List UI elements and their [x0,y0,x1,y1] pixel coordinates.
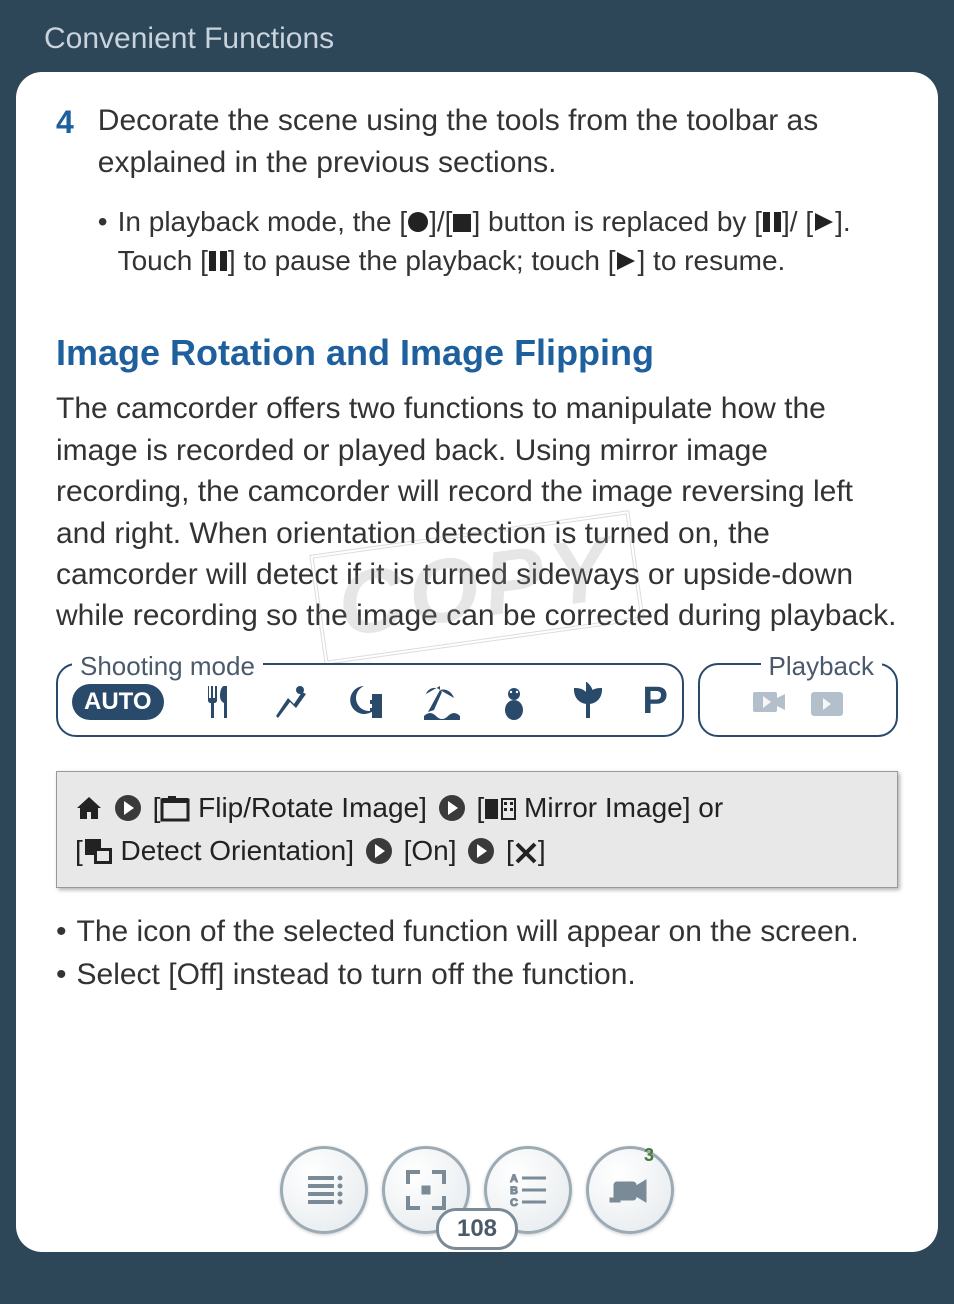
svg-text:A: A [510,1173,518,1185]
bracket-open: [ [506,835,514,866]
camera-button[interactable]: 3 [586,1146,674,1234]
flip-rotate-label: Flip/Rotate Image] [190,792,434,823]
arrow-icon [115,795,141,821]
play-icon [813,211,835,233]
program-mode-icon: P [643,680,668,723]
page-number: 108 [436,1208,518,1250]
index-icon: ABC [504,1166,552,1214]
play-icon [615,250,637,272]
bracket-open: [ [476,792,484,823]
step-4: 4 Decorate the scene using the tools fro… [56,100,898,280]
notes-list: •The icon of the selected function will … [56,910,898,997]
bullet-dot: • [56,910,67,954]
bullet-dot: • [56,953,67,997]
bracket-close: ] [538,835,546,866]
step-body: Decorate the scene using the tools from … [98,100,898,280]
bullet-dot: • [98,202,108,280]
mode-row: Shooting mode AUTO P Playback [56,663,898,737]
mirror-image-label: Mirror Image] or [516,792,723,823]
section-paragraph: The camcorder offers two functions to ma… [56,388,898,636]
header-title: Convenient Functions [44,22,334,55]
shooting-mode-box: Shooting mode AUTO P [56,663,684,737]
beach-mode-icon [420,682,460,722]
on-label: [On] [396,835,464,866]
mirror-image-icon [484,796,516,822]
toc-icon [300,1166,348,1214]
footer-nav: ABC 3 108 [280,1146,674,1244]
home-icon [75,794,103,822]
arrow-icon [439,795,465,821]
svg-text:B: B [510,1185,518,1197]
snow-mode-icon [494,682,534,722]
expand-icon [402,1166,450,1214]
flip-rotate-icon [160,796,190,822]
toc-button[interactable] [280,1146,368,1234]
close-x-icon [514,841,538,865]
step-number: 4 [56,100,74,280]
page-header: Convenient Functions [0,0,954,72]
bullet-text: In playback mode, the []/[] button is re… [118,202,898,280]
shooting-mode-label: Shooting mode [72,651,263,682]
note-1: •The icon of the selected function will … [56,910,898,954]
step-sub-bullet: • In playback mode, the []/[] button is … [98,202,898,280]
playback-mode-icons [714,673,882,725]
procedure-box: [ Flip/Rotate Image] [ Mirror Image] or … [56,771,898,888]
auto-mode-icon: AUTO [72,684,164,720]
video-playback-icon [749,682,789,722]
page-body: COPY 4 Decorate the scene using the tool… [16,72,938,1252]
bracket-open: [ [153,792,161,823]
svg-text:C: C [510,1197,518,1209]
photo-playback-icon [807,682,847,722]
pause-icon [762,211,782,233]
record-circle-icon [407,211,429,233]
detect-orientation-icon [83,837,113,865]
section-heading: Image Rotation and Image Flipping [56,332,898,374]
sports-mode-icon [272,682,312,722]
stop-square-icon [452,213,472,233]
badge-number: 3 [644,1145,654,1166]
arrow-icon [468,838,494,864]
macro-mode-icon [568,682,608,722]
note-2: •Select [Off] instead to turn off the fu… [56,953,898,997]
step-text: Decorate the scene using the tools from … [98,100,898,184]
playback-mode-box: Playback [698,663,898,737]
camcorder-icon [606,1166,654,1214]
pause-icon [208,250,228,272]
food-mode-icon [198,682,238,722]
detect-orientation-label: Detect Orientation] [113,835,362,866]
night-mode-icon [346,682,386,722]
arrow-icon [366,838,392,864]
